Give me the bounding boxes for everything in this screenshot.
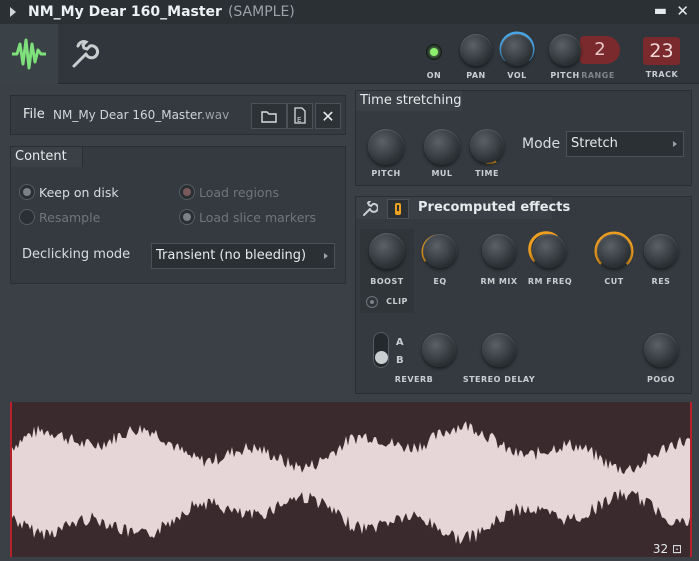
folder-icon (261, 110, 277, 123)
window-title: NM_My Dear 160_Master (28, 4, 222, 20)
close-icon: ✕ (321, 106, 335, 126)
ts-pitch-label: PITCH (371, 169, 401, 178)
content-title: Content (11, 147, 83, 167)
declick-dropdown[interactable]: Transient (no bleeding) (151, 243, 335, 269)
pitch-label: PITCH (550, 71, 580, 80)
boost-knob[interactable] (369, 233, 405, 269)
on-led[interactable] (426, 44, 442, 60)
toolbar: ON PAN VOL 2 PITCH RANGE 23 TRACK (0, 24, 699, 84)
waveform-shape (12, 421, 690, 545)
stereo-delay-label: STEREO DELAY (462, 375, 536, 384)
load-slice-markers-radio[interactable]: Load slice markers (179, 209, 316, 225)
range-label: RANGE (581, 71, 615, 80)
waveform-display[interactable]: 32 ⊡ (10, 402, 692, 557)
reverb-knob[interactable] (422, 333, 456, 367)
a-label: A (395, 337, 405, 348)
boost-label: BOOST (370, 277, 404, 286)
rm-freq-label: RM FREQ (527, 277, 573, 286)
mode-dropdown[interactable]: Stretch (566, 131, 684, 157)
on-label: ON (426, 71, 442, 80)
minimize-icon[interactable]: ▬ (654, 3, 667, 19)
file-panel: File NM_My Dear 160_Master.wav E ✕ (10, 95, 346, 135)
zoom-icon: ⊡ (671, 542, 682, 556)
time-label: TIME (475, 169, 499, 178)
ab-switch[interactable] (373, 332, 389, 368)
tab-waveform[interactable] (0, 24, 58, 84)
range-display[interactable]: 2 (580, 36, 620, 64)
pogo-knob[interactable] (644, 333, 678, 367)
remove-file-button[interactable]: ✕ (315, 103, 341, 129)
radio-dot (19, 184, 35, 200)
rm-mix-label: RM MIX (480, 277, 518, 286)
resample-radio[interactable]: Resample (19, 209, 100, 225)
mul-knob[interactable] (424, 129, 460, 165)
time-stretching-title: Time stretching (356, 91, 462, 111)
wrench-icon (72, 40, 100, 68)
content-panel: Content Keep on disk Resample Load regio… (10, 146, 346, 284)
window-subtitle: (SAMPLE) (227, 4, 295, 20)
radio-dot (19, 209, 35, 225)
vol-knob[interactable] (501, 34, 533, 66)
cut-label: CUT (604, 277, 624, 286)
close-icon[interactable]: ✕ (676, 2, 689, 20)
pan-knob[interactable] (460, 34, 492, 66)
wrench-icon[interactable] (362, 201, 378, 217)
plugin-slot-button[interactable] (387, 199, 409, 219)
waveform-graph (12, 421, 690, 545)
caret-icon (673, 141, 677, 147)
ts-pitch-knob[interactable] (368, 129, 404, 165)
reverb-label: REVERB (394, 375, 434, 384)
pogo-label: POGO (646, 375, 676, 384)
ab-switch-knob (375, 351, 388, 364)
cut-knob[interactable] (597, 234, 631, 268)
pan-label: PAN (466, 71, 486, 80)
pe-title: Precomputed effects (418, 200, 571, 215)
clip-toggle[interactable] (366, 296, 378, 308)
edit-file-button[interactable]: E (287, 103, 313, 129)
load-regions-radio[interactable]: Load regions (179, 184, 279, 200)
zoom-indicator[interactable]: 32 ⊡ (653, 542, 682, 556)
stereo-delay-knob[interactable] (482, 333, 516, 367)
keep-on-disk-radio[interactable]: Keep on disk (19, 184, 119, 200)
clip-label: CLIP (386, 297, 408, 306)
menu-arrow-icon[interactable] (10, 7, 16, 17)
file-label: File (23, 107, 45, 122)
declick-label: Declicking mode (22, 247, 131, 262)
rm-mix-knob[interactable] (482, 234, 516, 268)
mode-label: Mode (522, 136, 561, 152)
res-knob[interactable] (644, 234, 678, 268)
plugin-icon (395, 203, 401, 215)
radio-dot (179, 184, 195, 200)
precomputed-effects-panel: Precomputed effects BOOST CLIP EQ RM MIX… (355, 196, 692, 394)
rm-freq-knob[interactable] (532, 234, 566, 268)
file-name: NM_My Dear 160_Master.wav (53, 108, 230, 122)
eq-knob[interactable] (423, 234, 457, 268)
b-label: B (395, 355, 405, 366)
file-edit-icon: E (294, 107, 306, 124)
title-bar[interactable]: NM_My Dear 160_Master (SAMPLE) ▬ ✕ (0, 0, 699, 24)
vol-label: VOL (507, 71, 527, 80)
res-label: RES (651, 277, 671, 286)
eq-label: EQ (433, 277, 447, 286)
track-label: TRACK (645, 70, 679, 79)
tab-settings[interactable] (58, 24, 110, 84)
caret-icon (324, 253, 328, 259)
radio-dot (179, 209, 195, 225)
open-folder-button[interactable] (251, 103, 287, 129)
svg-text:E: E (297, 116, 301, 124)
time-knob[interactable] (470, 129, 504, 163)
pitch-knob[interactable] (549, 34, 581, 66)
waveform-icon (12, 38, 46, 70)
mul-label: MUL (431, 169, 453, 178)
time-stretching-panel: Time stretching PITCH MUL TIME Mode Stre… (355, 90, 692, 186)
track-display[interactable]: 23 (643, 37, 680, 65)
